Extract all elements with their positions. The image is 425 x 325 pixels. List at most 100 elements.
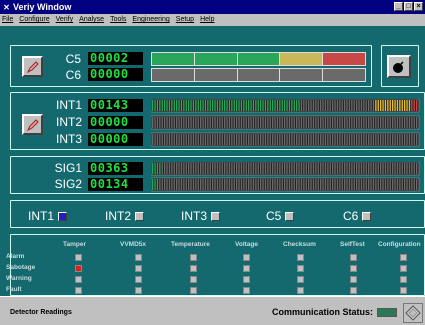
int2-bar-segment [358,117,360,128]
pen-button-levels[interactable] [22,56,43,77]
channel-c5-checkbox[interactable] [285,211,295,221]
pen-button-int[interactable] [22,114,43,135]
int3-bar-segment [312,134,315,145]
menu-file[interactable]: File [2,16,13,23]
channel-int3-label: INT3 [181,209,208,223]
int2-bar-segment [245,117,247,128]
sig2-bar-segment [315,179,317,190]
int2-bar-segment [154,117,156,128]
sig1-bar-segment [308,163,310,174]
int2-bar-segment [305,117,307,128]
nav-diamond-button[interactable] [403,303,423,323]
sig1-bar-segment [411,163,413,174]
title-bar: ✕ Veriy Window _ □ × [0,0,425,14]
sig2-bar-segment [159,179,161,190]
int2-bar-segment [164,117,166,128]
int1-bar-segment [207,100,209,111]
int1-bar-segment [348,100,351,111]
sig2-bar-segment [204,179,207,190]
sig1-bar-segment [250,163,252,174]
int2-bar-segment [204,117,207,128]
sig1-label: SIG1 [54,161,82,175]
c5-level-bar [151,52,366,66]
menu-verify[interactable]: Verify [56,16,74,23]
sig1-bar-segment [324,163,327,174]
channel-int3[interactable]: INT3 [181,209,221,223]
int2-bar-segment [226,117,228,128]
sig1-bar-segment [231,163,233,174]
sig2-bar-segment [312,179,315,190]
status-indicator [350,254,357,261]
col-voltage: Voltage [235,241,258,248]
maximize-button[interactable]: □ [404,2,413,11]
menu-analyse[interactable]: Analyse [79,16,104,23]
channel-int2-checkbox[interactable] [135,211,145,221]
channel-int1-checkbox[interactable] [58,211,68,221]
menu-engineering[interactable]: Engineering [132,16,169,23]
int3-bar-segment [248,134,250,145]
int3-bar-segment [344,134,346,145]
channel-c5[interactable]: C5 [266,209,295,223]
status-indicator [135,276,142,283]
int3-bar-segment [387,134,389,145]
int2-bar-segment [293,117,295,128]
sig1-bar-segment [353,163,355,174]
int2-bar-segment [250,117,252,128]
sig2-bar-segment [296,179,298,190]
sig1-bar-segment [396,163,399,174]
sig2-bar-segment [166,179,168,190]
int1-bar-segment [339,100,341,111]
sig1-bar-segment [310,163,312,174]
channel-c6-checkbox[interactable] [362,211,372,221]
sig2-bar-segment [188,179,190,190]
close-button[interactable]: × [414,2,423,11]
sig2-bar-segment [279,179,281,190]
channel-int1[interactable]: INT1 [28,209,68,223]
sig2-bar-segment [406,179,408,190]
minimize-button[interactable]: _ [394,2,403,11]
sig2-bar-segment [305,179,307,190]
int2-bar-segment [315,117,317,128]
sig2-bar-segment [219,179,221,190]
status-indicator [75,287,82,294]
sig2-bar-segment [200,179,202,190]
int1-bar-segment [293,100,295,111]
sig2-bar-segment [396,179,399,190]
sig2-bar-segment [286,179,288,190]
channel-int2[interactable]: INT2 [105,209,145,223]
channel-c6-label: C6 [343,209,359,223]
menu-configure[interactable]: Configure [19,16,49,23]
sig1-bar-segment [404,163,406,174]
menu-setup[interactable]: Setup [176,16,194,23]
menu-help[interactable]: Help [200,16,214,23]
int3-bar-segment [279,134,281,145]
channel-int3-checkbox[interactable] [211,211,221,221]
int2-bar-segment [363,117,365,128]
sig2-bar-segment [387,179,389,190]
row-sabotage: Sabotage [6,264,36,271]
int3-bar-segment [334,134,336,145]
int3-bar-segment [305,134,307,145]
sig1-bar-segment [152,163,154,174]
int2-bar-segment [375,117,377,128]
bomb-button[interactable] [387,55,411,78]
menu-tools[interactable]: Tools [110,16,126,23]
channel-c6[interactable]: C6 [343,209,372,223]
int1-bar-segment [389,100,391,111]
int3-bar-segment [226,134,228,145]
sig2-bar-segment [293,179,295,190]
int1-bar-segment [404,100,406,111]
int3-bar-segment [204,134,207,145]
int3-bar-segment [264,134,267,145]
sig1-bar-segment [233,163,235,174]
sig2-bar-segment [236,179,238,190]
sig2-bar-segment [164,179,166,190]
sig2-bar-segment [272,179,274,190]
sig1-bar-segment [360,163,363,174]
int3-bar-segment [180,134,183,145]
int2-bar-segment [185,117,187,128]
sig1-bar-segment [272,163,274,174]
int2-bar-segment [197,117,199,128]
status-indicator [400,276,407,283]
sig2-bar-segment [185,179,187,190]
